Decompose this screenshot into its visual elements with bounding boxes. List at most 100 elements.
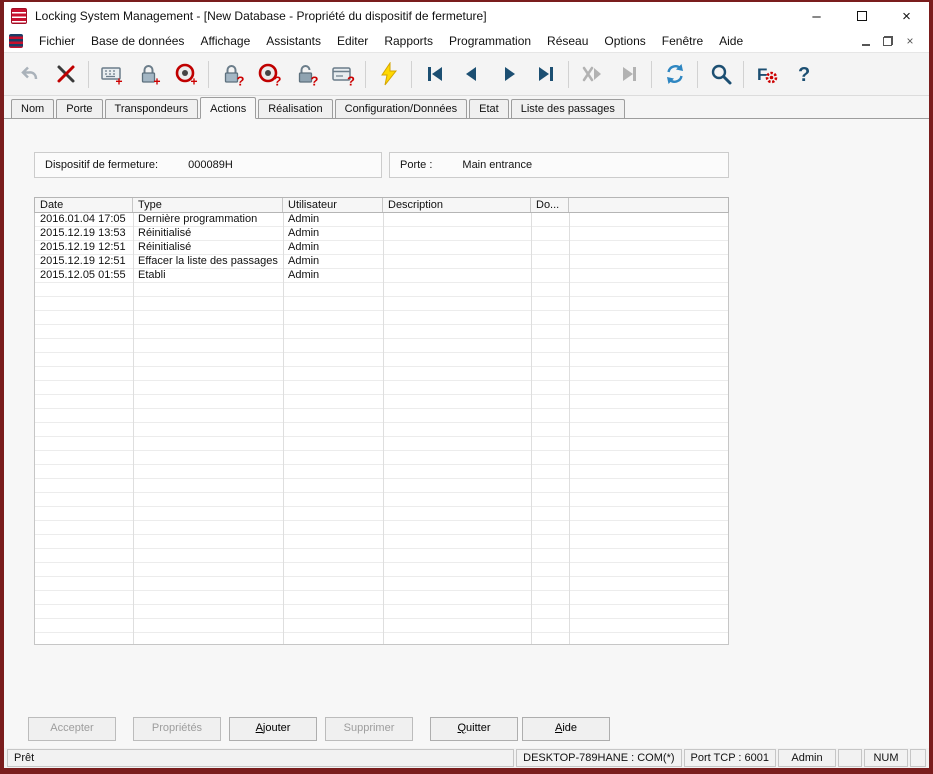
- cell-type: Réinitialisé: [133, 241, 283, 255]
- nav-prev-button[interactable]: [453, 57, 490, 92]
- window-title: Locking System Management - [New Databas…: [35, 9, 487, 23]
- nav-last-button[interactable]: [527, 57, 564, 92]
- table-row[interactable]: 2015.12.19 12:51 Effacer la liste des pa…: [35, 255, 728, 269]
- mdi-restore-icon: [883, 36, 893, 46]
- status-bar: Prêt DESKTOP-789HANE : COM(*) Port TCP :…: [4, 748, 929, 768]
- menu-assistants[interactable]: Assistants: [258, 31, 329, 51]
- tab-porte[interactable]: Porte: [56, 99, 102, 118]
- nav-next-icon: [497, 62, 521, 86]
- tab-liste-des-passages[interactable]: Liste des passages: [511, 99, 625, 118]
- actions-panel: Dispositif de fermeture: 000089H Porte :…: [4, 119, 929, 748]
- menu-rapports[interactable]: Rapports: [376, 31, 441, 51]
- refresh-button[interactable]: [656, 57, 693, 92]
- column-header-utilisateur[interactable]: Utilisateur: [283, 198, 383, 212]
- column-header-description[interactable]: Description: [383, 198, 531, 212]
- nav-end-button: [610, 57, 647, 92]
- nav-skip-button: [573, 57, 610, 92]
- column-header-blank: [569, 198, 728, 212]
- tab-realisation[interactable]: Réalisation: [258, 99, 332, 118]
- svg-text:?: ?: [236, 74, 244, 87]
- search-button[interactable]: [702, 57, 739, 92]
- mdi-restore-button[interactable]: [880, 34, 896, 48]
- maximize-icon: [857, 11, 867, 21]
- cell-type: Effacer la liste des passages: [133, 255, 283, 269]
- toolbar-separator: [651, 61, 652, 88]
- cell-document: [531, 269, 569, 283]
- table-row[interactable]: 2016.01.04 17:05 Dernière programmation …: [35, 213, 728, 227]
- menu-fichier[interactable]: Fichier: [31, 31, 83, 51]
- tab-transpondeurs[interactable]: Transpondeurs: [105, 99, 199, 118]
- lock-field-value: 000089H: [188, 159, 233, 171]
- nav-next-button[interactable]: [490, 57, 527, 92]
- nav-first-icon: [423, 62, 447, 86]
- tab-strip: Nom Porte Transpondeurs Actions Réalisat…: [4, 96, 929, 119]
- column-header-document[interactable]: Do...: [531, 198, 569, 212]
- menu-editer[interactable]: Editer: [329, 31, 376, 51]
- cell-description: [383, 227, 531, 241]
- cell-description: [383, 255, 531, 269]
- column-header-type[interactable]: Type: [133, 198, 283, 212]
- undo-arrow-button: [10, 57, 47, 92]
- menu-base-de-donnees[interactable]: Base de données: [83, 31, 192, 51]
- tab-actions[interactable]: Actions: [200, 97, 256, 119]
- refresh-icon: [663, 62, 687, 86]
- tab-etat[interactable]: Etat: [469, 99, 509, 118]
- menu-options[interactable]: Options: [596, 31, 653, 51]
- actions-table: Date Type Utilisateur Description Do... …: [34, 197, 729, 645]
- search-icon: [709, 62, 733, 86]
- lock-add-icon: +: [137, 62, 161, 86]
- cell-date: 2015.12.19 12:51: [35, 255, 133, 269]
- help-button[interactable]: ?: [785, 57, 822, 92]
- add-keyboard-button[interactable]: +: [93, 57, 130, 92]
- menu-affichage[interactable]: Affichage: [192, 31, 258, 51]
- column-header-date[interactable]: Date: [35, 198, 133, 212]
- maximize-button[interactable]: [839, 2, 884, 30]
- dialog-buttons: Accepter Propriétés Ajouter Supprimer Qu…: [28, 717, 610, 741]
- app-window: Locking System Management - [New Databas…: [0, 0, 933, 774]
- disconnect-button[interactable]: [47, 57, 84, 92]
- quit-button[interactable]: Quitter: [430, 717, 518, 741]
- mdi-close-button[interactable]: ×: [902, 34, 918, 48]
- toolbar-separator: [88, 61, 89, 88]
- table-row[interactable]: 2015.12.05 01:55 Etabli Admin: [35, 269, 728, 283]
- minimize-button[interactable]: –: [794, 2, 839, 30]
- toolbar-separator: [208, 61, 209, 88]
- nav-first-button[interactable]: [416, 57, 453, 92]
- nav-end-disabled-icon: [617, 62, 641, 86]
- mdi-minimize-button[interactable]: [858, 34, 874, 48]
- menu-programmation[interactable]: Programmation: [441, 31, 539, 51]
- program-button[interactable]: [370, 57, 407, 92]
- help-dialog-button[interactable]: Aide: [522, 717, 610, 741]
- menu-reseau[interactable]: Réseau: [539, 31, 596, 51]
- cell-user: Admin: [283, 213, 383, 227]
- nav-last-icon: [534, 62, 558, 86]
- cell-date: 2015.12.05 01:55: [35, 269, 133, 283]
- tab-configuration-donnees[interactable]: Configuration/Données: [335, 99, 468, 118]
- card-query-icon: ?: [331, 62, 355, 86]
- menu-fenetre[interactable]: Fenêtre: [654, 31, 711, 51]
- toolbar-separator: [411, 61, 412, 88]
- filter-settings-button[interactable]: F: [748, 57, 785, 92]
- door-field-label: Porte :: [400, 159, 432, 171]
- svg-text:F: F: [757, 65, 767, 84]
- read-transponder-button[interactable]: ?: [250, 57, 287, 92]
- tab-nom[interactable]: Nom: [11, 99, 54, 118]
- mdi-window-controls: ×: [858, 34, 924, 48]
- read-card-button[interactable]: ?: [324, 57, 361, 92]
- table-row[interactable]: 2015.12.19 13:53 Réinitialisé Admin: [35, 227, 728, 241]
- cell-type: Réinitialisé: [133, 227, 283, 241]
- read-lock-button[interactable]: ?: [213, 57, 250, 92]
- add-lock-button[interactable]: +: [130, 57, 167, 92]
- read-lock-2-button[interactable]: ?: [287, 57, 324, 92]
- lock-field-group: Dispositif de fermeture: 000089H: [34, 152, 382, 178]
- cell-description: [383, 269, 531, 283]
- table-row[interactable]: 2015.12.19 12:51 Réinitialisé Admin: [35, 241, 728, 255]
- close-button[interactable]: ×: [884, 2, 929, 30]
- status-resize-grip: [910, 749, 926, 767]
- add-transponder-button[interactable]: +: [167, 57, 204, 92]
- add-button[interactable]: Ajouter: [229, 717, 317, 741]
- table-body: 2016.01.04 17:05 Dernière programmation …: [34, 213, 729, 645]
- cell-user: Admin: [283, 269, 383, 283]
- menu-aide[interactable]: Aide: [711, 31, 751, 51]
- accept-button: Accepter: [28, 717, 116, 741]
